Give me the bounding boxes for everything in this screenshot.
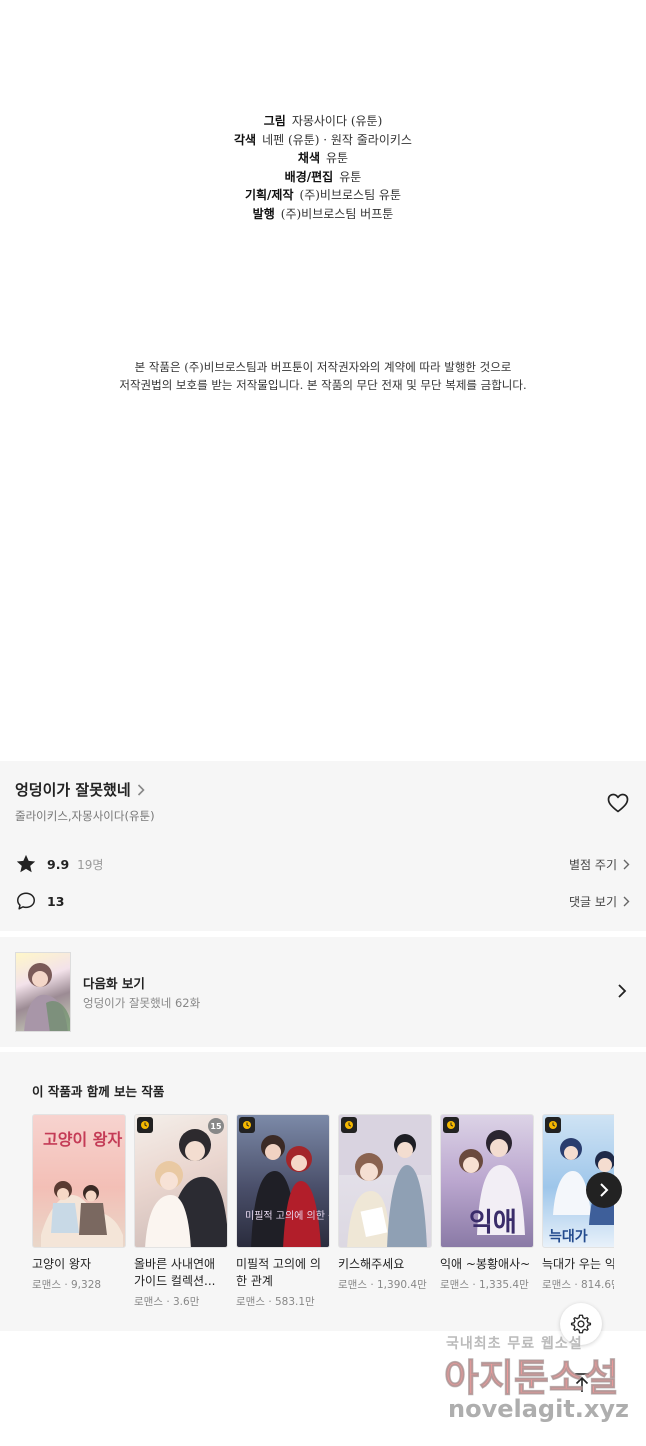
comment-icon xyxy=(17,892,35,910)
settings-button[interactable] xyxy=(560,1303,602,1345)
cover-title-text: 고양이 왕자 xyxy=(43,1130,122,1149)
cover-title-text: 미필적 고의에 의한 관계 xyxy=(245,1210,330,1222)
thumbnail-art xyxy=(24,963,70,1031)
rate-button-label: 별점 주기 xyxy=(569,857,617,872)
recommendation-card[interactable]: 익애 익애 ~봉황애사~ 로맨스 · 1,335.4만 xyxy=(440,1114,534,1292)
card-title: 미필적 고의에 의한 관계 xyxy=(236,1257,321,1288)
clock-icon xyxy=(545,1117,561,1133)
recommendations-panel: 이 작품과 함께 보는 작품 고양이 왕자 고양이 왕자 로맨스 · 9,328 xyxy=(0,1052,646,1331)
watermark-url: novelagit.xyz xyxy=(448,1395,630,1423)
cover-image: 익애 xyxy=(440,1114,534,1248)
star-icon xyxy=(16,854,36,873)
rate-button[interactable]: 별점 주기 xyxy=(569,856,630,873)
credit-value: 유툰 xyxy=(326,151,349,166)
card-meta: 로맨스 · 814.6만 xyxy=(542,1279,614,1291)
cover-art xyxy=(339,1115,431,1247)
card-meta: 로맨스 · 1,390.4만 xyxy=(338,1279,427,1291)
series-info-panel: 엉덩이가 잘못했네 줄라이키스,자몽사이다(유툰) 9.9 19명 별점 주기 … xyxy=(0,761,646,931)
cover-art: 미필적 고의에 의한 관계 xyxy=(245,1135,330,1247)
comments-row: 13 댓글 보기 xyxy=(15,890,630,912)
chevron-right-icon xyxy=(623,896,630,906)
credits-block: 그림 자몽사이다 (유툰) 각색 네펜 (유툰) · 원작 줄라이키스 채색 유툰 배… xyxy=(0,112,646,224)
clock-icon xyxy=(137,1117,153,1133)
credit-row: 배경/편집 유툰 xyxy=(0,168,646,187)
next-episode-thumbnail xyxy=(15,952,71,1032)
clock-icon xyxy=(239,1117,255,1133)
next-episode-title: 다음화 보기 xyxy=(83,976,145,991)
chevron-right-icon xyxy=(137,783,145,796)
age-rating-badge: 15 xyxy=(208,1118,224,1134)
card-title: 늑대가 우는 익 xyxy=(542,1257,614,1271)
copyright-notice: 본 작품은 (주)비브로스팀과 버프툰이 저작권자와의 계약에 따라 발행한 것… xyxy=(0,358,646,394)
credit-row: 기획/제작 (주)비브로스팀 유툰 xyxy=(0,186,646,205)
gear-icon xyxy=(570,1314,592,1334)
cover-title-text: 늑대가 xyxy=(549,1229,588,1245)
credit-role: 배경/편집 xyxy=(284,169,334,184)
card-meta: 로맨스 · 1,335.4만 xyxy=(440,1279,529,1291)
credit-row: 채색 유툰 xyxy=(0,149,646,168)
cover-image: 고양이 왕자 xyxy=(32,1114,126,1248)
next-episode-subtitle: 엉덩이가 잘못했네 62화 xyxy=(83,996,201,1010)
credit-value: (주)비브로스팀 유툰 xyxy=(299,188,402,203)
recommendations-carousel[interactable]: 고양이 왕자 고양이 왕자 로맨스 · 9,328 15 올바른 사내연애 가이… xyxy=(32,1114,614,1329)
credit-value: (주)비브로스팀 버프툰 xyxy=(280,206,394,221)
arrow-up-icon xyxy=(575,1373,589,1392)
chevron-right-icon xyxy=(623,859,630,869)
recommendations-heading: 이 작품과 함께 보는 작품 xyxy=(32,1084,165,1099)
cover-art: 고양이 왕자 xyxy=(41,1130,123,1247)
comments-count: 13 xyxy=(47,893,65,909)
rating-row: 9.9 19명 별점 주기 xyxy=(15,853,630,875)
card-meta: 로맨스 · 9,328 xyxy=(32,1279,102,1291)
cover-title-text: 익애 xyxy=(469,1208,517,1238)
card-title: 익애 ~봉황애사~ xyxy=(440,1257,531,1271)
credit-role: 기획/제작 xyxy=(244,188,294,203)
credit-role: 채색 xyxy=(297,151,320,166)
card-meta: 로맨스 · 583.1만 xyxy=(236,1296,315,1308)
credit-value: 유툰 xyxy=(339,169,362,184)
rating-count: 19명 xyxy=(77,857,104,872)
copyright-line-2: 저작권법의 보호를 받는 저작물입니다. 본 작품의 무단 전재 및 무단 복제… xyxy=(119,378,527,392)
recommendation-card[interactable]: 15 올바른 사내연애 가이드 컬렉션... 로맨스 · 3.6만 xyxy=(134,1114,228,1309)
credit-row: 그림 자몽사이다 (유툰) xyxy=(0,112,646,131)
credit-row: 각색 네펜 (유툰) · 원작 줄라이키스 xyxy=(0,131,646,150)
recommendation-card[interactable]: 키스해주세요 로맨스 · 1,390.4만 xyxy=(338,1114,432,1292)
series-title: 엉덩이가 잘못했네 xyxy=(15,781,131,799)
card-title: 키스해주세요 xyxy=(338,1257,405,1271)
next-episode-panel[interactable]: 다음화 보기 엉덩이가 잘못했네 62화 xyxy=(0,937,646,1047)
credit-value: 자몽사이다 (유툰) xyxy=(291,114,383,128)
cover-image: 미필적 고의에 의한 관계 xyxy=(236,1114,330,1248)
credit-value: 네펜 (유툰) · 원작 줄라이키스 xyxy=(262,132,412,147)
card-meta: 로맨스 · 3.6만 xyxy=(134,1296,200,1308)
chevron-right-icon xyxy=(618,984,627,998)
comments-button-label: 댓글 보기 xyxy=(569,894,617,909)
series-title-link[interactable]: 엉덩이가 잘못했네 xyxy=(15,779,145,800)
card-title: 올바른 사내연애 가이드 컬렉션... xyxy=(134,1257,216,1288)
credit-role: 발행 xyxy=(252,206,275,221)
comments-button[interactable]: 댓글 보기 xyxy=(569,893,630,910)
copyright-line-1: 본 작품은 (주)비브로스팀과 버프툰이 저작권자와의 계약에 따라 발행한 것… xyxy=(134,360,512,374)
cover-image: 15 xyxy=(134,1114,228,1248)
clock-icon xyxy=(443,1117,459,1133)
cover-art: 익애 xyxy=(459,1130,525,1238)
series-authors: 줄라이키스,자몽사이다(유툰) xyxy=(15,809,155,823)
clock-icon xyxy=(341,1117,357,1133)
recommendation-card[interactable]: 고양이 왕자 고양이 왕자 로맨스 · 9,328 xyxy=(32,1114,126,1292)
cover-image xyxy=(338,1114,432,1248)
recommendation-card[interactable]: 미필적 고의에 의한 관계 미필적 고의에 의한 관계 로맨스 · 583.1만 xyxy=(236,1114,330,1309)
rating-value: 9.9 xyxy=(47,856,70,872)
watermark-tagline: 국내최초 무료 웹소설 xyxy=(446,1336,583,1352)
credit-row: 발행 (주)비브로스팀 버프툰 xyxy=(0,205,646,224)
card-title: 고양이 왕자 xyxy=(32,1257,92,1271)
credit-role: 각색 xyxy=(234,132,257,147)
heart-icon[interactable] xyxy=(606,791,630,815)
scroll-to-top-button[interactable] xyxy=(562,1368,602,1398)
site-watermark: 국내최초 무료 웹소설 아지툰소설 novelagit.xyz xyxy=(440,1333,640,1443)
chevron-right-icon xyxy=(600,1183,609,1197)
carousel-next-button[interactable] xyxy=(586,1172,622,1208)
cover-art xyxy=(145,1129,227,1247)
credit-role: 그림 xyxy=(263,114,286,128)
